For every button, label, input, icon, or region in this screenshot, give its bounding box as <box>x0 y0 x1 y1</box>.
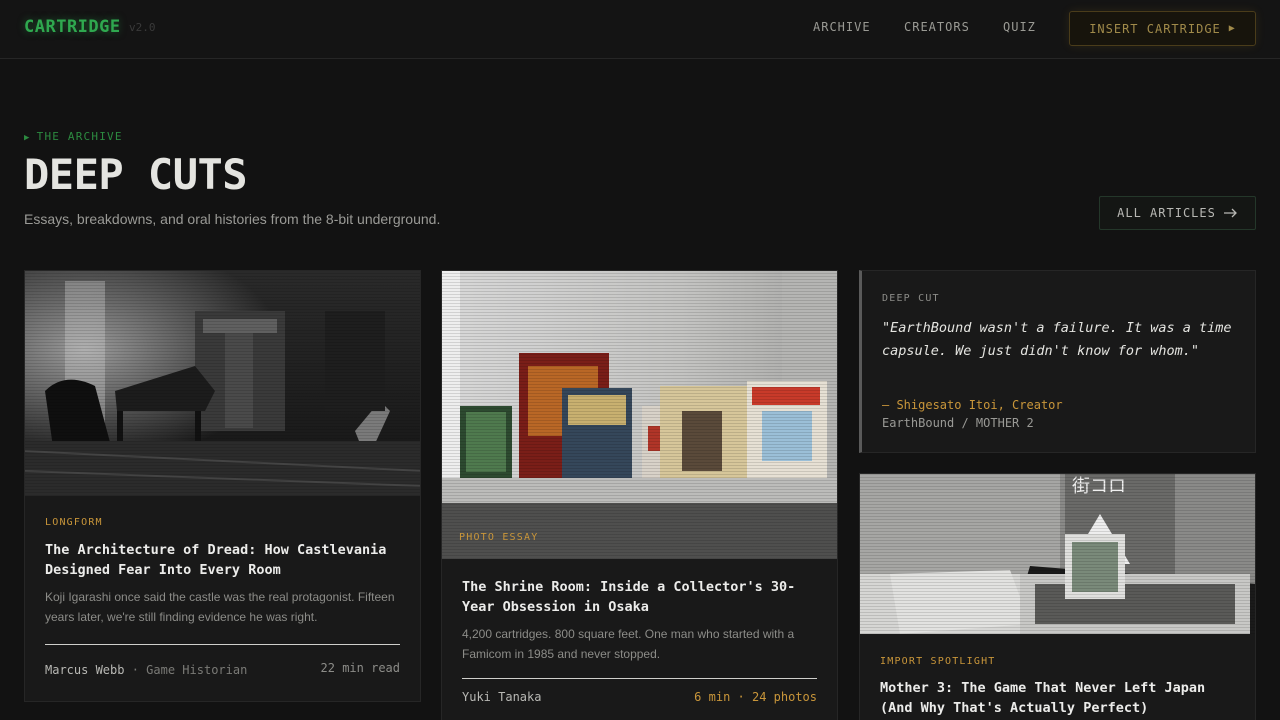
page-subtitle: Essays, breakdowns, and oral histories f… <box>24 211 441 227</box>
play-triangle-icon: ▶ <box>24 133 31 143</box>
divider <box>45 644 400 645</box>
article-title[interactable]: Mother 3: The Game That Never Left Japan… <box>880 679 1245 718</box>
version-badge: v2.0 <box>129 21 156 34</box>
article-title[interactable]: The Shrine Room: Inside a Collector's 30… <box>462 578 827 617</box>
author-name[interactable]: Marcus Webb <box>45 663 124 677</box>
divider <box>462 678 817 679</box>
quote-tag: DEEP CUT <box>882 293 940 304</box>
all-articles-button[interactable]: ALL ARTICLES <box>1099 196 1256 230</box>
insert-cartridge-button[interactable]: INSERT CARTRIDGE ▶ <box>1069 11 1256 46</box>
article-card-shrine-room[interactable]: PHOTO ESSAY The Shrine Room: Inside a Co… <box>441 270 838 720</box>
logo[interactable]: CARTRIDGE <box>24 17 121 37</box>
article-tag: IMPORT SPOTLIGHT <box>880 656 996 667</box>
read-time: 22 min read <box>320 661 400 675</box>
quote-text: "EarthBound wasn't a failure. It was a t… <box>882 320 1232 359</box>
quote-card: DEEP CUT "EarthBound wasn't a failure. I… <box>859 270 1256 453</box>
article-description: 4,200 cartridges. 800 square feet. One m… <box>462 627 795 661</box>
play-triangle-icon: ▶ <box>1228 23 1236 34</box>
quote-source: EarthBound / MOTHER 2 <box>882 416 1034 430</box>
nav-link-archive[interactable]: ARCHIVE <box>813 20 871 34</box>
game-boxes-shelf-photo <box>442 271 837 559</box>
eyebrow-label: THE ARCHIVE <box>36 130 123 143</box>
insert-cartridge-label: INSERT CARTRIDGE <box>1089 21 1221 36</box>
article-tag: PHOTO ESSAY <box>459 532 539 543</box>
article-title[interactable]: The Architecture of Dread: How Castlevan… <box>45 541 410 580</box>
read-time: 6 min · 24 photos <box>694 690 817 704</box>
article-card-mother3[interactable]: 街コロ IMPORT SPOTLIGHT Mother 3: The Game … <box>859 473 1256 720</box>
all-articles-label: ALL ARTICLES <box>1117 206 1216 220</box>
abandoned-piano-room-photo <box>25 271 420 496</box>
quote-attribution: — Shigesato Itoi, Creator <box>882 398 1063 412</box>
article-tag: LONGFORM <box>45 517 103 528</box>
page-title: DEEP CUTS <box>24 150 248 199</box>
svg-text:街コロ: 街コロ <box>1072 476 1126 497</box>
section-eyebrow: ▶ THE ARCHIVE <box>24 130 123 143</box>
top-nav: CARTRIDGE v2.0 ARCHIVE CREATORS QUIZ INS… <box>0 0 1280 59</box>
import-game-boxes-photo: 街コロ <box>860 474 1255 634</box>
arrow-right-icon <box>1223 208 1237 218</box>
article-author: Marcus Webb · Game Historian <box>45 663 248 677</box>
nav-link-quiz[interactable]: QUIZ <box>1003 20 1036 34</box>
article-author[interactable]: Yuki Tanaka <box>462 690 541 704</box>
nav-link-creators[interactable]: CREATORS <box>904 20 970 34</box>
article-card-castlevania[interactable]: LONGFORM The Architecture of Dread: How … <box>24 270 421 702</box>
author-role: Game Historian <box>146 663 248 677</box>
article-description: Koji Igarashi once said the castle was t… <box>45 590 395 624</box>
